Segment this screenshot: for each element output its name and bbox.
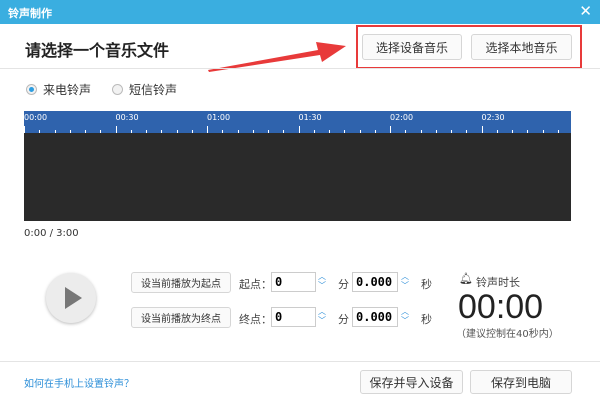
- timeline-tick: [390, 126, 391, 133]
- radio-incoming-call[interactable]: 来电铃声: [26, 81, 91, 98]
- end-minute-input[interactable]: [271, 307, 316, 327]
- duration-hint: （建议控制在40秒内）: [456, 329, 559, 340]
- radio-label: 来电铃声: [43, 83, 92, 97]
- title-bar: 铃声制作 ✕: [0, 0, 600, 24]
- radio-label: 短信铃声: [129, 83, 178, 97]
- save-to-pc-button[interactable]: 保存到电脑: [470, 370, 572, 394]
- end-label: 终点：: [239, 313, 272, 326]
- help-link[interactable]: 如何在手机上设置铃声？: [24, 375, 134, 390]
- timeline-tick: [298, 126, 300, 133]
- window-title: 铃声制作: [8, 7, 52, 20]
- duration-value: 00:00: [458, 288, 544, 326]
- second-unit: 秒: [421, 278, 432, 291]
- divider: [0, 361, 600, 362]
- waveform-area[interactable]: [24, 133, 571, 221]
- divider: [0, 68, 600, 69]
- timeline-tick: [115, 126, 117, 133]
- start-second-spinner[interactable]: ︿ ﹀: [399, 272, 411, 292]
- set-start-button[interactable]: 设当前播放为起点: [131, 272, 231, 293]
- timeline-ruler[interactable]: 00:0000:3001:0001:3002:0002:3003: [24, 111, 571, 133]
- minute-unit: 分: [338, 313, 349, 326]
- radio-sms[interactable]: 短信铃声: [112, 81, 177, 98]
- end-minute-spinner[interactable]: ︿ ﹀: [316, 307, 328, 327]
- set-end-button[interactable]: 设当前播放为终点: [131, 307, 231, 328]
- start-minute-input[interactable]: [271, 272, 316, 292]
- highlight-box: [356, 25, 582, 69]
- playback-position: 0:00 / 3:00: [24, 228, 79, 239]
- timeline-tick: [481, 126, 483, 133]
- start-minute-spinner[interactable]: ︿ ﹀: [316, 272, 328, 292]
- bell-icon: 🔔︎: [459, 272, 473, 285]
- timeline-label: 00:30: [115, 113, 139, 122]
- end-second-spinner[interactable]: ︿ ﹀: [399, 307, 411, 327]
- start-second-input[interactable]: [352, 272, 398, 292]
- radio-selected-icon: [26, 84, 37, 95]
- minute-unit: 分: [338, 278, 349, 291]
- play-button[interactable]: [46, 273, 96, 323]
- page-title: 请选择一个音乐文件: [25, 41, 170, 60]
- end-second-input[interactable]: [352, 307, 398, 327]
- radio-unselected-icon: [112, 84, 123, 95]
- timeline-label: 02:30: [481, 113, 505, 122]
- timeline-label: 01:30: [298, 113, 322, 122]
- timeline-label: 01:00: [207, 113, 231, 122]
- close-icon[interactable]: ✕: [579, 2, 592, 20]
- timeline-tick: [207, 126, 208, 133]
- second-unit: 秒: [421, 313, 432, 326]
- timeline-label: 02:00: [390, 113, 414, 122]
- start-label: 起点：: [239, 278, 272, 291]
- timeline-tick: [24, 126, 25, 133]
- save-import-button[interactable]: 保存并导入设备: [360, 370, 463, 394]
- timeline-label: 00:00: [24, 113, 48, 122]
